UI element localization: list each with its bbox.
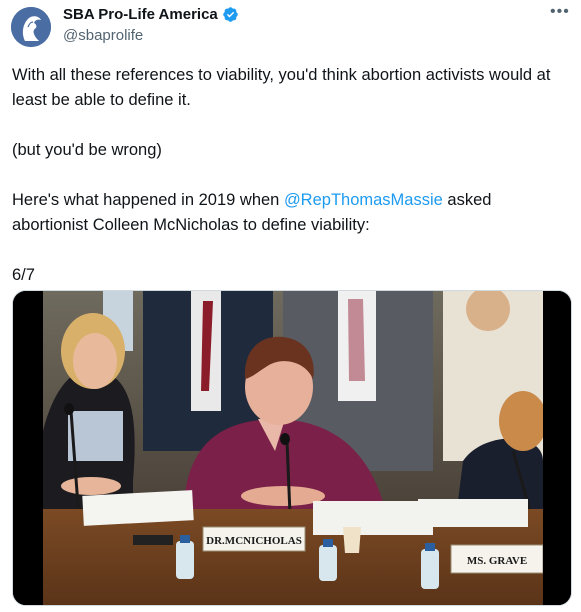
author-display-name[interactable]: SBA Pro-Life America <box>63 6 218 23</box>
tweet-paragraph: With all these references to viability, … <box>12 66 551 109</box>
video-frame: DR.MCNICHOLAS MS. GRAVE <box>13 291 571 605</box>
verified-badge-icon <box>223 7 238 22</box>
author-handle[interactable]: @sbaprolife <box>63 27 143 44</box>
tweet-text: With all these references to viability, … <box>12 63 572 288</box>
video-media[interactable]: DR.MCNICHOLAS MS. GRAVE <box>12 290 572 606</box>
placard-left-text: DR.MCNICHOLAS <box>206 535 302 547</box>
tweet-text-segment: Here's what happened in 2019 when <box>12 191 284 209</box>
more-options-icon[interactable]: ••• <box>550 3 570 21</box>
avatar[interactable] <box>11 7 51 47</box>
author-name-row: SBA Pro-Life America <box>63 6 239 23</box>
woman-silhouette-logo-icon <box>11 7 51 47</box>
tweet-paragraph: 6/7 <box>12 266 35 284</box>
tweet-paragraph: Here's what happened in 2019 when @RepTh… <box>12 188 572 238</box>
placard-right-text: MS. GRAVE <box>467 555 527 567</box>
mention-link[interactable]: @RepThomasMassie <box>284 191 443 209</box>
tweet-paragraph: (but you'd be wrong) <box>12 141 162 159</box>
